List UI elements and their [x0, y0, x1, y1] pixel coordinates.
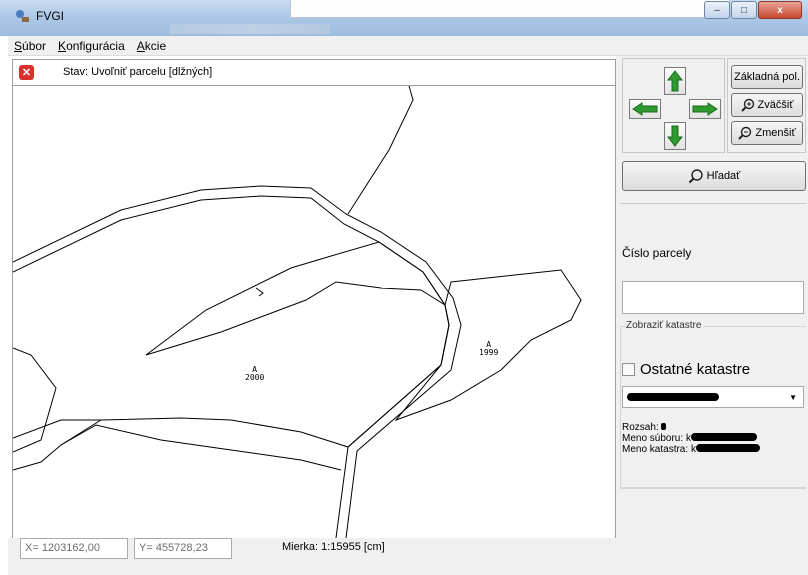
coordinate-bar: X= 1203162,00 Y= 455728,23 Mierka: 1:159…: [8, 538, 808, 575]
other-cadastre-checkbox[interactable]: [622, 363, 635, 376]
magnifier-plus-icon: [740, 98, 754, 112]
cadastre-label: Meno katastra:: [622, 444, 689, 455]
arrow-up-icon[interactable]: [664, 67, 686, 95]
file-prefix: k: [685, 433, 691, 444]
menu-konfiguracia-accel: K: [58, 38, 67, 53]
zoom-in-button[interactable]: Zväčšiť: [731, 93, 803, 117]
zoom-controls: Základná pol. Zväčšiť Zmenšiť: [727, 58, 806, 153]
map-canvas[interactable]: A 2000 A 1999: [12, 86, 616, 538]
status-bar: ✕ Stav: Uvoľniť parcelu [dlžných]: [12, 59, 616, 86]
redacted-value: [661, 423, 667, 430]
road-edge: [13, 185, 462, 538]
window-controls: – □ x: [703, 1, 802, 19]
parcel-map[interactable]: [13, 86, 616, 538]
menu-akcie-accel: A: [136, 38, 145, 53]
range-label: Rozsah:: [622, 422, 659, 433]
parcel-label-1999: A 1999: [479, 341, 498, 357]
cadastre-select[interactable]: ▼: [622, 386, 804, 408]
arrow-left-icon[interactable]: [629, 99, 661, 119]
cadastre-info: Meno katastra: k: [622, 444, 760, 455]
y-coordinate-field: Y= 455728,23: [134, 538, 232, 559]
file-label: Meno súboru:: [622, 433, 684, 444]
background-window-blur: [170, 24, 330, 34]
parcel-2000: [13, 241, 450, 448]
boundary-line: [13, 419, 102, 471]
app-icon: [16, 10, 29, 22]
road-edge: [13, 195, 450, 538]
other-cadastre-option[interactable]: Ostatné katastre: [622, 361, 750, 378]
parcel-label-2000: A 2000: [245, 366, 264, 382]
cadastre-group-title: Zobraziť katastre: [626, 320, 705, 331]
file-info: Meno súboru: k: [622, 433, 757, 444]
scale-label: Mierka: 1:15955 [cm]: [282, 541, 385, 553]
window-title: FVGI: [36, 9, 65, 23]
parcel-number-input[interactable]: [622, 281, 804, 314]
parcel-number-label: Číslo parcely: [622, 246, 692, 260]
parcel-number: 1999: [479, 348, 499, 357]
boundary-line: [145, 281, 446, 356]
boundary-mark: [255, 287, 264, 297]
search-label: Hľadať: [706, 170, 741, 182]
range-info: Rozsah:: [622, 422, 667, 433]
menu-akcie-label: kcie: [144, 38, 167, 53]
search-icon: [688, 169, 703, 184]
parcel-number: 2000: [245, 373, 265, 382]
menu-subor[interactable]: Súbor: [14, 39, 46, 53]
divider: [620, 488, 806, 489]
maximize-button[interactable]: □: [731, 1, 757, 19]
home-position-button[interactable]: Základná pol.: [731, 65, 803, 89]
menu-subor-accel: S: [14, 38, 23, 53]
status-text: Stav: Uvoľniť parcelu [dlžných]: [63, 66, 213, 78]
cadastre-prefix: k: [690, 444, 696, 455]
close-button[interactable]: x: [758, 1, 802, 19]
menu-akcie[interactable]: Akcie: [137, 39, 166, 53]
menu-bar: Súbor Konfigurácia Akcie: [8, 36, 808, 56]
redacted-value: [695, 444, 760, 452]
x-coordinate-field: X= 1203162,00: [20, 538, 128, 559]
error-icon[interactable]: ✕: [19, 65, 34, 80]
redacted-value: [690, 433, 757, 441]
other-cadastre-label: Ostatné katastre: [640, 361, 751, 378]
right-panel: Základná pol. Zväčšiť Zmenšiť Hľadať Čís…: [616, 56, 808, 538]
magnifier-minus-icon: [738, 126, 752, 140]
menu-konfiguracia-label: onfigurácia: [66, 38, 125, 53]
minimize-button[interactable]: –: [704, 1, 730, 19]
redacted-value: [627, 393, 719, 401]
chevron-down-icon: ▼: [789, 393, 797, 402]
home-position-label: Základná pol.: [733, 71, 801, 83]
arrow-down-icon[interactable]: [664, 122, 686, 150]
background-window-edge: [290, 0, 730, 18]
zoom-in-label: Zväčšiť: [757, 99, 794, 111]
arrow-right-icon[interactable]: [689, 99, 721, 119]
divider: [620, 203, 806, 204]
menu-subor-label: úbor: [22, 38, 47, 53]
zoom-out-label: Zmenšiť: [755, 127, 796, 139]
menu-konfiguracia[interactable]: Konfigurácia: [58, 39, 125, 53]
navigation-pad: [622, 58, 725, 153]
parcel-left: [13, 347, 57, 453]
boundary-line: [347, 86, 414, 215]
zoom-out-button[interactable]: Zmenšiť: [731, 121, 803, 145]
search-button[interactable]: Hľadať: [622, 161, 806, 191]
